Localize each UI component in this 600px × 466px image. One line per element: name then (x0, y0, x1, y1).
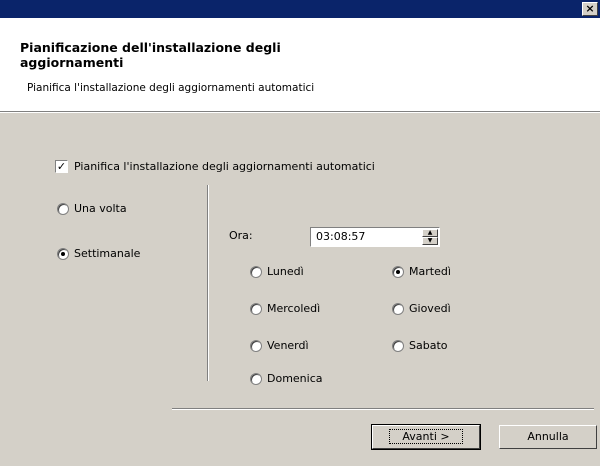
radio-settimanale[interactable]: Settimanale (57, 247, 140, 260)
radio-una-volta[interactable]: Una volta (57, 202, 127, 215)
radio-martedi[interactable]: Martedì (392, 265, 451, 278)
radio-circle[interactable] (392, 302, 404, 315)
group-divider (207, 185, 209, 381)
radio-circle[interactable] (392, 339, 404, 352)
radio-label: Domenica (267, 372, 323, 385)
radio-label: Mercoledì (267, 302, 321, 315)
radio-label: Martedì (409, 265, 451, 278)
page-title: Pianificazione dell'installazione degli … (20, 40, 281, 70)
radio-circle[interactable] (392, 265, 404, 278)
radio-domenica[interactable]: Domenica (250, 372, 323, 385)
radio-sabato[interactable]: Sabato (392, 339, 448, 352)
close-button[interactable]: × (582, 2, 598, 16)
radio-label: Una volta (74, 202, 127, 215)
radio-label: Sabato (409, 339, 448, 352)
cancel-button-label: Annulla (527, 430, 569, 443)
time-spinner[interactable]: ▲ ▼ (422, 229, 438, 245)
radio-label: Venerdì (267, 339, 309, 352)
schedule-checkbox-label: Pianifica l'installazione degli aggiorna… (74, 160, 375, 173)
radio-circle[interactable] (57, 202, 69, 215)
time-input[interactable]: 03:08:57 ▲ ▼ (310, 227, 440, 247)
radio-circle[interactable] (250, 265, 262, 278)
title-bar: × (0, 0, 600, 18)
time-value[interactable]: 03:08:57 (316, 230, 365, 243)
radio-venerdi[interactable]: Venerdì (250, 339, 309, 352)
radio-circle[interactable] (250, 302, 262, 315)
page-subtitle: Pianifica l'installazione degli aggiorna… (27, 82, 315, 94)
spin-up-icon[interactable]: ▲ (422, 229, 438, 237)
radio-lunedi[interactable]: Lunedì (250, 265, 304, 278)
radio-circle[interactable] (57, 247, 69, 260)
next-button-label: Avanti > (389, 429, 463, 444)
next-button[interactable]: Avanti > (371, 424, 481, 450)
radio-label: Settimanale (74, 247, 141, 260)
header-divider (0, 112, 600, 113)
wizard-header: Pianificazione dell'installazione degli … (0, 18, 600, 112)
radio-label: Lunedì (267, 265, 304, 278)
radio-mercoledi[interactable]: Mercoledì (250, 302, 320, 315)
radio-circle[interactable] (250, 339, 262, 352)
radio-circle[interactable] (250, 372, 262, 385)
schedule-checkbox[interactable]: ✓ Pianifica l'installazione degli aggior… (55, 160, 375, 173)
radio-label: Giovedì (409, 302, 451, 315)
footer-divider (172, 408, 594, 410)
cancel-button[interactable]: Annulla (499, 425, 597, 449)
time-label: Ora: (229, 229, 253, 242)
spin-down-icon[interactable]: ▼ (422, 237, 438, 245)
radio-giovedi[interactable]: Giovedì (392, 302, 451, 315)
checkbox-box[interactable]: ✓ (55, 160, 68, 173)
